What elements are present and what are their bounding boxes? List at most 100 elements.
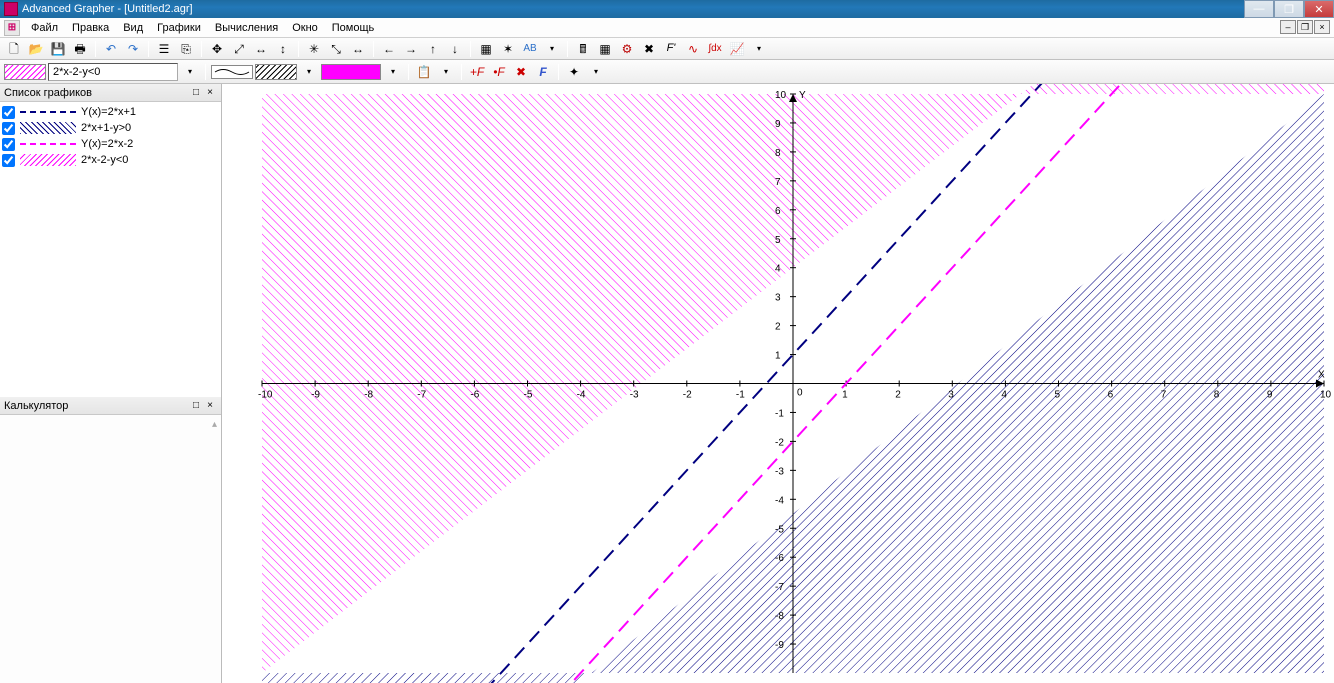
grid-toggle-button[interactable]: ▦ bbox=[476, 40, 496, 58]
zoom-y-icon: ↕ bbox=[280, 43, 286, 55]
fit-x-button[interactable]: ↔ bbox=[348, 40, 368, 58]
svg-text:-5: -5 bbox=[775, 524, 784, 535]
label-button[interactable]: AB bbox=[520, 40, 540, 58]
panel-close-button[interactable]: × bbox=[203, 86, 217, 100]
close-button[interactable]: ✕ bbox=[1304, 0, 1334, 18]
menu-view[interactable]: Вид bbox=[116, 20, 150, 36]
point-tool-button[interactable]: ✦ bbox=[564, 63, 584, 81]
graph-canvas[interactable]: XY-10-9-8-7-6-5-4-3-2-112345678910-9-8-7… bbox=[222, 84, 1334, 683]
formula-dropdown[interactable]: ▾ bbox=[180, 63, 200, 81]
menu-file[interactable]: Файл bbox=[24, 20, 65, 36]
color-picker[interactable] bbox=[321, 64, 381, 80]
regression-button[interactable]: 📈 bbox=[727, 40, 747, 58]
pan-left-button[interactable]: ← bbox=[379, 40, 399, 58]
svg-text:-2: -2 bbox=[683, 390, 692, 401]
panel-close-button[interactable]: × bbox=[203, 399, 217, 413]
svg-text:4: 4 bbox=[1001, 390, 1007, 401]
scroll-up-icon[interactable]: ▴ bbox=[212, 419, 217, 430]
add-function-button[interactable]: +F bbox=[467, 63, 487, 81]
svg-text:-9: -9 bbox=[775, 640, 784, 651]
left-panel: Список графиков □ × Y(x)=2*x+1 2*x+1-y>0… bbox=[0, 84, 222, 683]
graph-item[interactable]: 2*x-2-y<0 bbox=[2, 152, 219, 168]
svg-text:-4: -4 bbox=[775, 495, 784, 506]
calculator-panel[interactable]: ▴ bbox=[0, 415, 221, 683]
graph-item[interactable]: 2*x+1-y>0 bbox=[2, 120, 219, 136]
zoom-xy-button[interactable]: ⤢ bbox=[229, 40, 249, 58]
zoom-x-button[interactable]: ↔ bbox=[251, 40, 271, 58]
floppy-icon: 💾 bbox=[51, 43, 66, 55]
graph-visibility-checkbox[interactable] bbox=[2, 154, 15, 167]
pan-down-button[interactable]: ↓ bbox=[445, 40, 465, 58]
save-file-button[interactable]: 💾 bbox=[48, 40, 68, 58]
fit-button[interactable]: ⤡ bbox=[326, 40, 346, 58]
menu-calc[interactable]: Вычисления bbox=[208, 20, 285, 36]
legend-swatch-line-magenta bbox=[20, 138, 76, 150]
duplicate-function-button[interactable]: F bbox=[533, 63, 553, 81]
graph-visibility-checkbox[interactable] bbox=[2, 122, 15, 135]
separator bbox=[201, 41, 202, 57]
legend-swatch-hatch-magenta bbox=[20, 154, 76, 166]
regression-dropdown[interactable]: ▾ bbox=[749, 40, 769, 58]
menu-edit[interactable]: Правка bbox=[65, 20, 116, 36]
list-button[interactable]: ☰ bbox=[154, 40, 174, 58]
axis-toggle-button[interactable]: ✶ bbox=[498, 40, 518, 58]
open-file-button[interactable]: 📂 bbox=[26, 40, 46, 58]
menu-help[interactable]: Помощь bbox=[325, 20, 382, 36]
integral-button[interactable]: ∫dx bbox=[705, 40, 725, 58]
mdi-close-button[interactable]: × bbox=[1314, 20, 1330, 34]
hatch-style-picker[interactable] bbox=[255, 64, 297, 80]
current-fill-swatch[interactable] bbox=[4, 64, 46, 80]
maximize-button[interactable]: ❐ bbox=[1274, 0, 1304, 18]
graph-item[interactable]: Y(x)=2*x+1 bbox=[2, 104, 219, 120]
chevron-down-icon: ▾ bbox=[391, 68, 395, 76]
tangent-button[interactable]: ∿ bbox=[683, 40, 703, 58]
label-dropdown[interactable]: ▾ bbox=[542, 40, 562, 58]
svg-text:0: 0 bbox=[797, 388, 803, 399]
center-button[interactable]: ✳ bbox=[304, 40, 324, 58]
graph-visibility-checkbox[interactable] bbox=[2, 106, 15, 119]
intersection-button[interactable]: ✖ bbox=[639, 40, 659, 58]
graph-properties-dropdown[interactable]: ▾ bbox=[436, 63, 456, 81]
svg-text:-7: -7 bbox=[775, 582, 784, 593]
svg-text:8: 8 bbox=[1214, 390, 1220, 401]
document-icon[interactable]: ⊞ bbox=[4, 20, 20, 36]
new-file-button[interactable]: 🗋 bbox=[4, 40, 24, 58]
move-icon: ✥ bbox=[212, 43, 222, 55]
copy-list-button[interactable]: ⎘ bbox=[176, 40, 196, 58]
menu-window[interactable]: Окно bbox=[285, 20, 325, 36]
new-file-icon: 🗋 bbox=[9, 43, 19, 55]
print-button[interactable]: 🖶 bbox=[70, 40, 90, 58]
derivative-button[interactable]: F' bbox=[661, 40, 681, 58]
color-dropdown[interactable]: ▾ bbox=[383, 63, 403, 81]
svg-text:-1: -1 bbox=[736, 390, 745, 401]
delete-function-button[interactable]: ✖ bbox=[511, 63, 531, 81]
graph-visibility-checkbox[interactable] bbox=[2, 138, 15, 151]
table-button[interactable]: ▦ bbox=[595, 40, 615, 58]
trace-icon: ⚙ bbox=[622, 43, 633, 55]
point-tool-dropdown[interactable]: ▾ bbox=[586, 63, 606, 81]
formula-input[interactable] bbox=[48, 63, 178, 81]
graph-item[interactable]: Y(x)=2*x-2 bbox=[2, 136, 219, 152]
pan-up-button[interactable]: ↑ bbox=[423, 40, 443, 58]
calculator-button[interactable]: 🖩 bbox=[573, 40, 593, 58]
delete-icon: ✖ bbox=[516, 66, 526, 78]
graph-list[interactable]: Y(x)=2*x+1 2*x+1-y>0 Y(x)=2*x-2 2*x-2-y<… bbox=[0, 102, 221, 397]
trace-button[interactable]: ⚙ bbox=[617, 40, 637, 58]
undo-button[interactable]: ↶ bbox=[101, 40, 121, 58]
move-button[interactable]: ✥ bbox=[207, 40, 227, 58]
zoom-y-button[interactable]: ↕ bbox=[273, 40, 293, 58]
line-style-picker[interactable] bbox=[211, 65, 253, 79]
menu-graphs[interactable]: Графики bbox=[150, 20, 208, 36]
edit-function-button[interactable]: •F bbox=[489, 63, 509, 81]
mdi-minimize-button[interactable]: – bbox=[1280, 20, 1296, 34]
panel-dock-button[interactable]: □ bbox=[189, 86, 203, 100]
mdi-restore-button[interactable]: ❐ bbox=[1297, 20, 1313, 34]
hatch-dropdown[interactable]: ▾ bbox=[299, 63, 319, 81]
pan-right-button[interactable]: → bbox=[401, 40, 421, 58]
arrow-right-icon: → bbox=[405, 43, 417, 55]
panel-dock-button[interactable]: □ bbox=[189, 399, 203, 413]
minimize-button[interactable]: — bbox=[1244, 0, 1274, 18]
menu-bar: ⊞ Файл Правка Вид Графики Вычисления Окн… bbox=[0, 18, 1334, 38]
redo-button[interactable]: ↷ bbox=[123, 40, 143, 58]
graph-properties-button[interactable]: 📋 bbox=[414, 63, 434, 81]
